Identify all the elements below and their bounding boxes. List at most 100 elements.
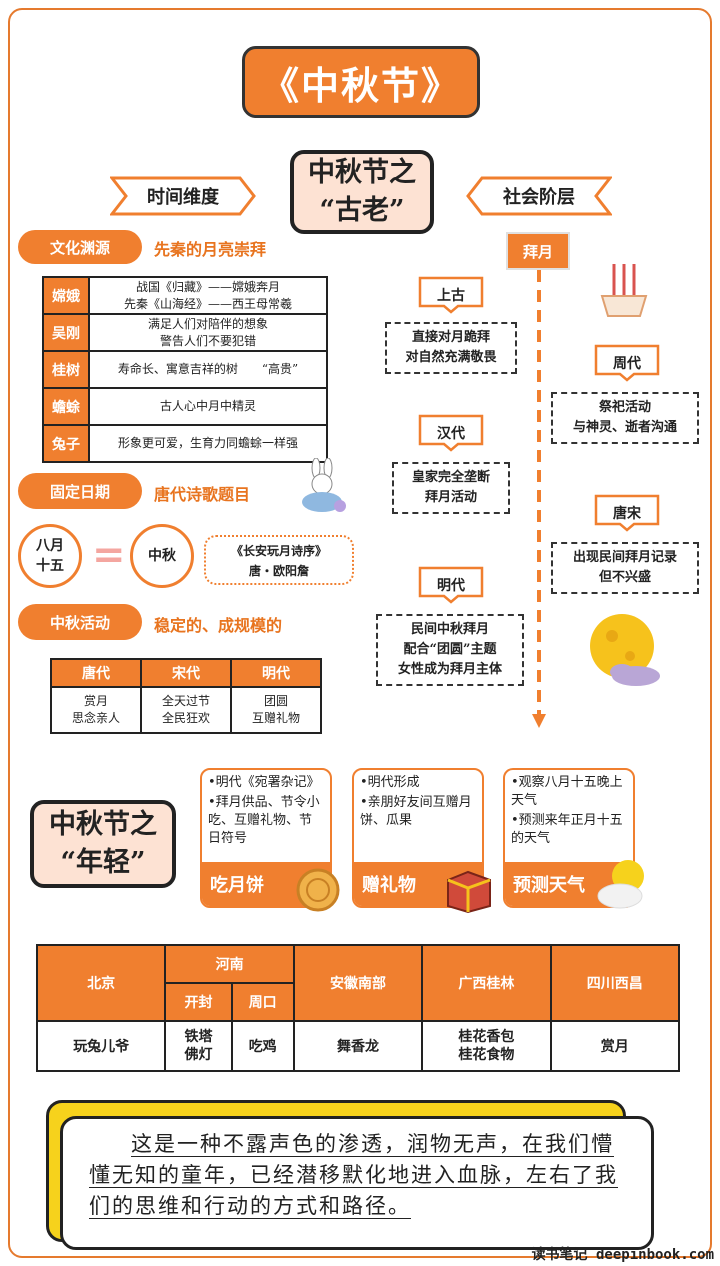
culture-row: 吴刚 满足人们对陪伴的想象 警告人们不要犯错 — [42, 313, 328, 352]
card-list: •明代形成 •亲朋好友间互赠月饼、瓜果 — [354, 770, 482, 836]
poem-source-bubble: 《长安玩月诗序》 唐・欧阳詹 — [204, 535, 354, 585]
fixed-date-pill: 固定日期 — [18, 473, 142, 509]
sun-cloud-icon — [597, 860, 644, 909]
culture-row-name: 兔子 — [42, 424, 90, 463]
era-tag-ming: 明代 — [418, 566, 484, 604]
card-footer-label: 预测天气 — [513, 875, 585, 896]
custom-kaifeng: 铁塔 佛灯 — [164, 1020, 233, 1072]
region-sichuan: 四川西昌 — [549, 944, 681, 1022]
card-item: •亲朋好友间互赠月饼、瓜果 — [360, 795, 472, 828]
culture-table: 嫦娥 战国《归藏》——嫦娥奔月 先秦《山海经》——西王母常羲 吴刚 满足人们对陪伴的想… — [42, 276, 328, 463]
incense-icon — [600, 264, 648, 317]
region-beijing: 北京 — [35, 944, 167, 1022]
custom-anhui: 舞香龙 — [292, 1020, 424, 1072]
young-title-line1: 中秋节之 — [49, 809, 157, 840]
culture-row: 桂树 寿命长、寓意吉祥的树 “高贵” — [42, 350, 328, 389]
region-table: 北京 河南 安徽南部 广西桂林 四川西昌 开封 周口 玩兔儿爷 铁塔 佛灯 吃鸡… — [35, 944, 681, 1072]
mid-autumn-circle: 中秋 — [130, 524, 194, 588]
moon-icon — [590, 614, 660, 686]
ancient-title-box: 中秋节之 “古老” — [290, 150, 434, 234]
date-text: 八月 十五 — [36, 538, 64, 574]
culture-subtitle: 先秦的月亮崇拜 — [154, 240, 267, 259]
activity-cell: 赏月 思念亲人 — [50, 686, 142, 734]
activity-cell: 团圆 互赠礼物 — [230, 686, 322, 734]
quote-text: 这是一种不露声色的渗透，润物无声，在我们懵懂无知的童年，已经潜移默化地进入血脉，… — [89, 1129, 625, 1222]
region-kaifeng: 开封 — [164, 982, 233, 1022]
worship-label: 拜月 — [506, 232, 570, 270]
quote-content: 这是一种不露声色的渗透，润物无声，在我们懵懂无知的童年，已经潜移默化地进入血脉，… — [89, 1132, 618, 1219]
era-text: 祭祀活动 与神灵、逝者沟通 — [572, 400, 677, 435]
card-footer-label: 吃月饼 — [210, 875, 264, 896]
culture-row-name: 蟾蜍 — [42, 387, 90, 426]
card-item: •明代形成 — [360, 775, 420, 790]
activity-header: 宋代 — [140, 658, 232, 688]
activity-table: 唐代 宋代 明代 赏月 思念亲人 全天过节 全民狂欢 团圆 互赠礼物 — [50, 658, 322, 734]
card-item: •明代《宛署杂记》 — [208, 775, 320, 790]
culture-row-text: 形象更可爱，生育力同蟾蜍一样强 — [88, 424, 328, 463]
watermark: 读书笔记 deepinbook.com — [531, 1247, 714, 1263]
custom-beijing: 玩兔儿爷 — [35, 1020, 167, 1072]
era-description: 民间中秋拜月 配合“团圆”主题 女性成为拜月主体 — [376, 614, 524, 686]
card-footer-label: 赠礼物 — [362, 875, 416, 896]
culture-row-text: 寿命长、寓意吉祥的树 “高贵” — [88, 350, 328, 389]
culture-row-text: 满足人们对陪伴的想象 警告人们不要犯错 — [88, 313, 328, 352]
activity-cell: 全天过节 全民狂欢 — [140, 686, 232, 734]
card-item: •预测来年正月十五的天气 — [511, 813, 623, 846]
custom-zhoukou: 吃鸡 — [230, 1020, 295, 1072]
fixed-date-subtitle: 唐代诗歌题目 — [154, 485, 251, 504]
era-description: 出现民间拜月记录 但不兴盛 — [551, 542, 699, 594]
culture-row-text: 古人心中月中精灵 — [88, 387, 328, 426]
era-tag-han: 汉代 — [418, 414, 484, 452]
region-henan: 河南 — [164, 944, 295, 984]
page-title: 《中秋节》 — [242, 46, 480, 118]
era-label: 汉代 — [437, 426, 465, 442]
era-label: 明代 — [437, 578, 465, 594]
mid-autumn-text: 中秋 — [148, 548, 176, 564]
card-list: •观察八月十五晚上天气 •预测来年正月十五的天气 — [505, 770, 633, 854]
social-class-label: 社会阶层 — [503, 187, 575, 208]
gift-box-icon — [447, 870, 491, 914]
mooncake-icon — [296, 868, 340, 912]
era-description: 祭祀活动 与神灵、逝者沟通 — [551, 392, 699, 444]
activity-pill: 中秋活动 — [18, 604, 142, 640]
time-dimension-label: 时间维度 — [147, 187, 219, 208]
rabbit-icon — [302, 458, 346, 512]
era-tag-zhou: 周代 — [594, 344, 660, 382]
young-title-line2: “年轻” — [60, 847, 146, 878]
era-text: 民间中秋拜月 配合“团圆”主题 女性成为拜月主体 — [397, 622, 502, 677]
date-circle: 八月 十五 — [18, 524, 82, 588]
era-label: 唐宋 — [613, 506, 641, 522]
ancient-title-line2: “古老” — [319, 195, 405, 226]
era-label: 周代 — [613, 356, 641, 372]
custom-sichuan: 赏月 — [549, 1020, 681, 1072]
region-guangxi: 广西桂林 — [421, 944, 552, 1022]
era-text: 皇家完全垄断 拜月活动 — [411, 470, 490, 505]
culture-row: 蟾蜍 古人心中月中精灵 — [42, 387, 328, 426]
activity-subtitle: 稳定的、成规模的 — [154, 616, 283, 635]
culture-row-text: 战国《归藏》——嫦娥奔月 先秦《山海经》——西王母常羲 — [88, 276, 328, 315]
activity-header: 明代 — [230, 658, 322, 688]
young-title-box: 中秋节之 “年轻” — [30, 800, 176, 888]
era-tag-tangsong: 唐宋 — [594, 494, 660, 532]
card-item: •拜月供品、节令小吃、互赠礼物、节日符号 — [208, 795, 320, 846]
culture-row: 兔子 形象更可爱，生育力同蟾蜍一样强 — [42, 424, 328, 463]
era-text: 直接对月跪拜 对自然充满敬畏 — [405, 330, 497, 365]
era-text: 出现民间拜月记录 但不兴盛 — [572, 550, 677, 585]
card-list: •明代《宛署杂记》 •拜月供品、节令小吃、互赠礼物、节日符号 — [202, 770, 330, 854]
culture-row-name: 桂树 — [42, 350, 90, 389]
culture-row-name: 吴刚 — [42, 313, 90, 352]
custom-guangxi: 桂花香包 桂花食物 — [421, 1020, 552, 1072]
card-item: •观察八月十五晚上天气 — [511, 775, 623, 808]
quote-box: 这是一种不露声色的渗透，润物无声，在我们懵懂无知的童年，已经潜移默化地进入血脉，… — [60, 1116, 654, 1250]
culture-row: 嫦娥 战国《归藏》——嫦娥奔月 先秦《山海经》——西王母常羲 — [42, 276, 328, 315]
era-description: 皇家完全垄断 拜月活动 — [392, 462, 510, 514]
culture-row-name: 嫦娥 — [42, 276, 90, 315]
activity-header: 唐代 — [50, 658, 142, 688]
region-zhoukou: 周口 — [230, 982, 295, 1022]
region-anhui: 安徽南部 — [292, 944, 424, 1022]
time-dimension-banner: 时间维度 — [110, 176, 256, 216]
poem-title: 《长安玩月诗序》 — [230, 544, 327, 558]
era-description: 直接对月跪拜 对自然充满敬畏 — [385, 322, 517, 374]
era-label: 上古 — [437, 288, 465, 304]
timeline-arrow — [532, 270, 546, 728]
